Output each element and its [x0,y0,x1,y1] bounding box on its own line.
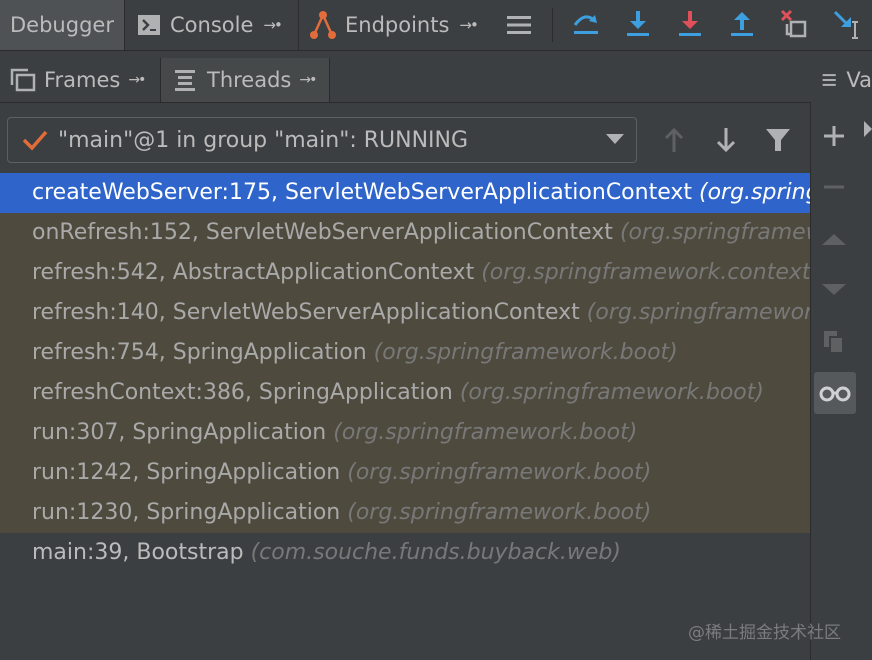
filter-icon[interactable] [764,126,792,154]
chevron-down-icon [606,134,624,144]
frames-icon [10,68,36,92]
frame-package: (org.springframework.context.support) [481,260,810,285]
show-execution-point-icon[interactable] [506,13,532,37]
frame-package: (org.springframework.boot) [459,380,764,405]
frame-row[interactable]: refresh:754, SpringApplication (org.spri… [0,333,810,373]
plus-icon [824,126,844,146]
pin-icon[interactable]: →• [299,72,317,88]
frame-package: (org.springframework.boot) [333,420,638,445]
add-watch-button[interactable] [811,114,857,158]
frame-package: (org.springframework.boot.web.servlet.co… [699,180,810,205]
tab-endpoints-label: Endpoints [345,13,450,37]
pin-icon[interactable]: →• [459,16,478,34]
force-step-into-icon[interactable] [676,9,704,39]
move-up-button[interactable] [811,217,857,261]
frame-row[interactable]: refresh:140, ServletWebServerApplication… [0,293,810,333]
frame-method: run:1242, SpringApplication [32,460,341,485]
tab-variables[interactable]: Va [810,58,872,103]
tab-endpoints[interactable]: Endpoints →• [298,0,494,50]
variables-icon [822,74,836,86]
frame-package: (org.springframework.boot) [373,340,678,365]
step-over-icon[interactable] [571,9,601,39]
frame-row[interactable]: createWebServer:175, ServletWebServerApp… [0,173,810,213]
thread-selector-value: "main"@1 in group "main": RUNNING [58,127,469,153]
triangle-down-icon [822,284,846,295]
step-into-icon[interactable] [624,9,652,39]
check-icon [22,130,48,151]
triangle-up-icon [822,234,846,245]
frame-method: main:39, Bootstrap [32,540,244,565]
tab-console-label: Console [170,13,254,37]
pin-icon[interactable]: →• [128,72,146,88]
frame-row[interactable]: onRefresh:152, ServletWebServerApplicati… [0,213,810,253]
glasses-icon [819,386,851,402]
frame-row[interactable]: main:39, Bootstrap (com.souche.funds.buy… [0,533,810,573]
move-down-button[interactable] [811,268,857,312]
frame-method: refreshContext:386, SpringApplication [32,380,453,405]
frame-method: createWebServer:175, ServletWebServerApp… [32,180,692,205]
tab-debugger[interactable]: Debugger [0,0,124,50]
frame-row[interactable]: run:307, SpringApplication (org.springfr… [0,413,810,453]
frame-package: (org.springframework.boot.web.servlet.co… [586,300,810,325]
frame-package: (org.springframework.boot) [347,500,652,525]
frame-package: (org.springframework.boot.web.servlet.co… [619,220,810,245]
pin-icon[interactable]: →• [263,16,282,34]
frame-package: (org.springframework.boot) [347,460,652,485]
tab-threads-label: Threads [207,68,292,92]
frame-method: refresh:140, ServletWebServerApplication… [32,300,580,325]
remove-watch-button[interactable] [811,165,857,209]
frames-threads-tabbar: Frames →• Threads →• [0,58,810,103]
frames-list: createWebServer:175, ServletWebServerApp… [0,173,810,660]
tab-variables-label: Va [846,68,872,92]
frame-method: refresh:542, AbstractApplicationContext [32,260,475,285]
copy-icon [824,331,844,354]
watermark: @稀土掘金技术社区 [688,623,841,643]
frame-package: (com.souche.funds.buyback.web) [250,540,621,565]
thread-selector[interactable]: "main"@1 in group "main": RUNNING [7,117,637,163]
show-watches-button[interactable] [814,372,856,414]
endpoints-icon [310,11,336,39]
step-out-icon[interactable] [728,9,756,39]
frame-row[interactable]: run:1242, SpringApplication (org.springf… [0,453,810,493]
frame-row[interactable]: run:1230, SpringApplication (org.springf… [0,493,810,533]
tab-console[interactable]: Console →• [124,0,298,50]
drop-frame-icon[interactable] [779,8,809,40]
frame-method: run:1230, SpringApplication [32,500,341,525]
tab-frames[interactable]: Frames →• [0,58,160,102]
threads-icon [175,70,195,91]
debug-toolbar: Debugger Console →• Endpoints →• [0,0,872,51]
variables-toolbar [810,102,872,660]
frame-method: run:307, SpringApplication [32,420,327,445]
tab-frames-label: Frames [44,68,121,92]
frame-method: onRefresh:152, ServletWebServerApplicati… [32,220,613,245]
console-icon [138,15,160,35]
tab-debugger-label: Debugger [10,13,114,37]
duplicate-watch-button[interactable] [811,320,857,364]
run-to-cursor-icon[interactable] [832,8,862,40]
minus-icon [824,185,844,189]
tab-threads[interactable]: Threads →• [160,58,330,102]
expand-arrow-icon[interactable] [863,120,872,138]
frame-row[interactable]: refresh:542, AbstractApplicationContext … [0,253,810,293]
frame-row[interactable]: refreshContext:386, SpringApplication (o… [0,373,810,413]
next-frame-icon[interactable] [714,126,738,154]
previous-frame-icon[interactable] [662,126,686,154]
frame-method: refresh:754, SpringApplication [32,340,367,365]
